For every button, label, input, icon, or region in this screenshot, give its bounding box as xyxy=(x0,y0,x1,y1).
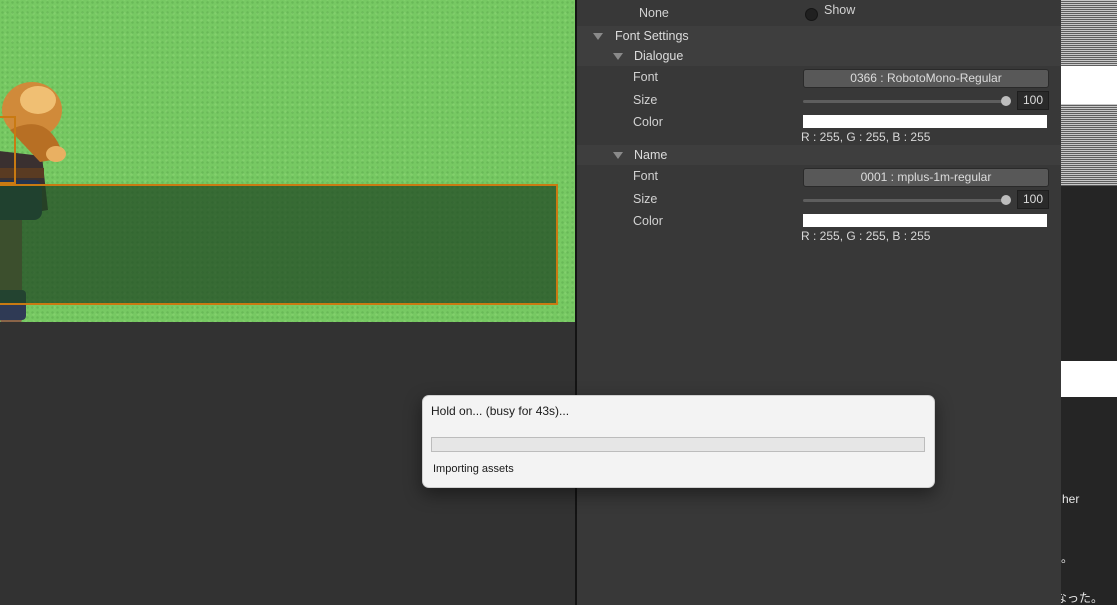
background-image-strip xyxy=(1061,104,1117,186)
inspector-panel: None Show Font Settings Dialogue Font 03… xyxy=(577,0,1061,605)
dialogue-size-label: Size xyxy=(633,93,658,107)
name-font-label: Font xyxy=(633,169,659,183)
dialogue-rgb-readout: R : 255, G : 255, B : 255 xyxy=(801,130,931,144)
dialogue-box[interactable] xyxy=(0,184,558,305)
name-label: Name xyxy=(634,148,668,162)
dialogue-rgb-row: R : 255, G : 255, B : 255 xyxy=(577,127,1061,147)
dialogue-size-input[interactable]: 100 xyxy=(1017,91,1049,110)
name-font-field[interactable]: 0001 : mplus-1m-regular xyxy=(803,168,1049,187)
background-text: なった。 xyxy=(1061,591,1104,605)
expand-triangle-icon[interactable] xyxy=(613,152,623,159)
name-font-row: Font 0001 : mplus-1m-regular xyxy=(577,166,1061,187)
dialogue-size-slider[interactable] xyxy=(803,100,1005,103)
name-rgb-readout: R : 255, G : 255, B : 255 xyxy=(801,229,931,243)
busy-dialog-status: Importing assets xyxy=(433,463,514,475)
background-text: her xyxy=(1062,492,1080,506)
busy-progress-bar xyxy=(431,437,925,452)
busy-dialog-title: Hold on... (busy for 43s)... xyxy=(431,404,570,418)
name-size-label: Size xyxy=(633,192,658,206)
name-size-input[interactable]: 100 xyxy=(1017,190,1049,209)
show-radio[interactable] xyxy=(805,8,818,21)
busy-dialog: Hold on... (busy for 43s)... Importing a… xyxy=(422,395,935,488)
show-label: Show xyxy=(824,3,856,17)
dialogue-size-row: Size 100 xyxy=(577,90,1061,110)
scene-view[interactable] xyxy=(0,0,576,322)
none-label: None xyxy=(639,6,669,20)
name-size-slider[interactable] xyxy=(803,199,1005,202)
background-white-panel xyxy=(1061,361,1117,397)
font-settings-header[interactable]: Font Settings xyxy=(577,26,1061,46)
name-rgb-row: R : 255, G : 255, B : 255 xyxy=(577,226,1061,246)
dialogue-size-slider-knob[interactable] xyxy=(1001,96,1011,106)
expand-triangle-icon[interactable] xyxy=(593,33,603,40)
font-settings-label: Font Settings xyxy=(615,29,689,43)
name-section-header[interactable]: Name xyxy=(577,145,1061,165)
dialogue-label: Dialogue xyxy=(634,49,684,63)
name-display-row: None Show xyxy=(577,3,1061,23)
background-white-panel xyxy=(1061,66,1117,104)
dialogue-font-label: Font xyxy=(633,70,659,84)
name-size-row: Size 100 xyxy=(577,189,1061,209)
dialogue-font-field[interactable]: 0366 : RobotoMono-Regular xyxy=(803,69,1049,88)
background-window: her 。 なった。 xyxy=(1061,0,1117,605)
name-size-slider-knob[interactable] xyxy=(1001,195,1011,205)
selection-frame xyxy=(0,116,16,184)
expand-triangle-icon[interactable] xyxy=(613,53,623,60)
dialogue-section-header[interactable]: Dialogue xyxy=(577,46,1061,66)
dialogue-font-row: Font 0366 : RobotoMono-Regular xyxy=(577,67,1061,88)
background-text: 。 xyxy=(1061,551,1074,565)
background-image-strip xyxy=(1061,0,1117,66)
